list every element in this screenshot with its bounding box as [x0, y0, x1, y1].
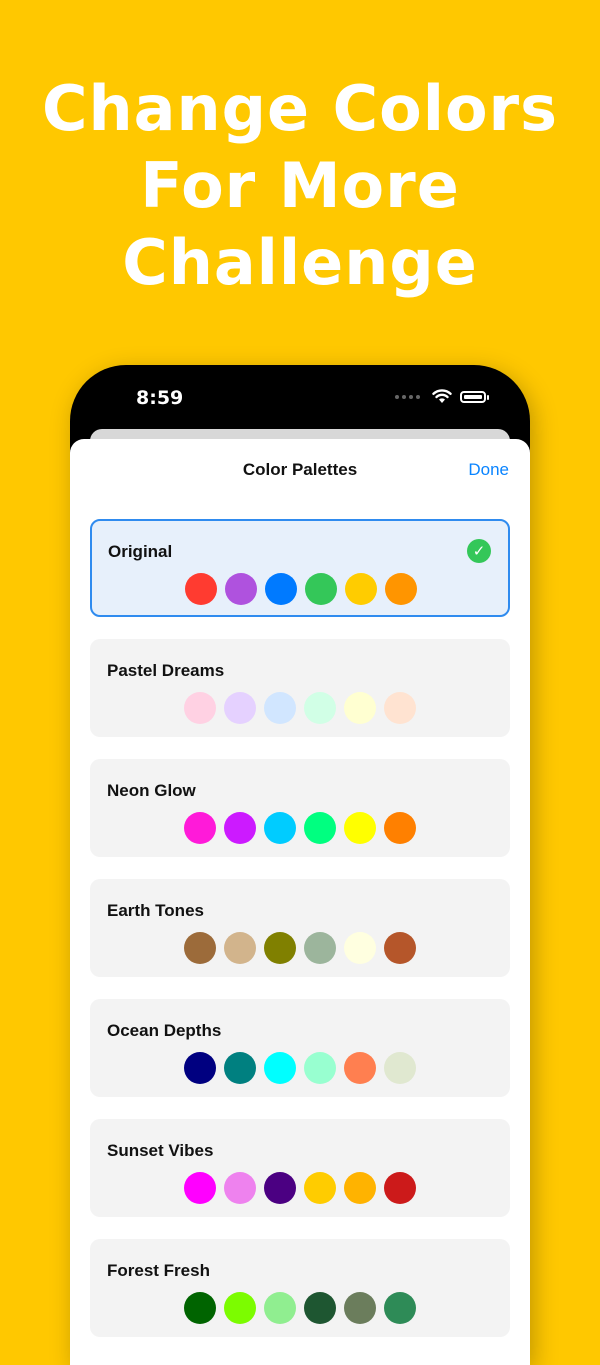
palette-swatches — [184, 1052, 416, 1084]
done-button[interactable]: Done — [468, 460, 509, 480]
color-swatch — [344, 1292, 376, 1324]
color-swatch — [304, 812, 336, 844]
palette-swatches — [184, 1292, 416, 1324]
color-swatch — [224, 1292, 256, 1324]
color-swatch — [264, 692, 296, 724]
color-swatch — [384, 692, 416, 724]
color-swatch — [264, 1052, 296, 1084]
palette-card-forest-fresh[interactable]: Forest Fresh — [90, 1239, 510, 1337]
color-swatch — [225, 573, 257, 605]
status-time: 8:59 — [136, 387, 184, 409]
color-swatch — [184, 812, 216, 844]
palette-swatches — [184, 692, 416, 724]
palette-name: Ocean Depths — [107, 1021, 222, 1040]
color-swatch — [304, 1172, 336, 1204]
palette-card-neon-glow[interactable]: Neon Glow — [90, 759, 510, 857]
sheet-title: Color Palettes — [242, 460, 358, 479]
phone-frame: 8:59 Color Palettes Done Original ✓ Pastel… — [70, 365, 530, 1365]
palette-card-ocean-depths[interactable]: Ocean Depths — [90, 999, 510, 1097]
color-swatch — [384, 812, 416, 844]
headline-line-2: For More — [140, 149, 460, 222]
color-swatch — [305, 573, 337, 605]
color-swatch — [264, 1172, 296, 1204]
palette-name: Forest Fresh — [107, 1261, 210, 1280]
palette-card-earth-tones[interactable]: Earth Tones — [90, 879, 510, 977]
palette-swatches — [184, 812, 416, 844]
color-swatch — [224, 1172, 256, 1204]
color-swatch — [264, 1292, 296, 1324]
palette-name: Earth Tones — [107, 901, 204, 920]
color-swatch — [345, 573, 377, 605]
color-swatch — [344, 932, 376, 964]
color-swatch — [265, 573, 297, 605]
battery-icon — [460, 390, 489, 403]
color-swatch — [344, 1052, 376, 1084]
color-swatch — [384, 1292, 416, 1324]
palette-name: Sunset Vibes — [107, 1141, 214, 1160]
color-swatch — [264, 812, 296, 844]
color-swatch — [385, 573, 417, 605]
palette-swatches — [184, 1172, 416, 1204]
color-swatch — [304, 1052, 336, 1084]
palette-name: Pastel Dreams — [107, 661, 225, 680]
color-swatch — [344, 692, 376, 724]
color-swatch — [344, 1172, 376, 1204]
palette-name: Original — [108, 542, 173, 561]
palette-swatches — [184, 932, 416, 964]
color-swatch — [344, 812, 376, 844]
palette-card-pastel-dreams[interactable]: Pastel Dreams — [90, 639, 510, 737]
color-swatch — [384, 1052, 416, 1084]
color-swatch — [185, 573, 217, 605]
color-swatch — [304, 1292, 336, 1324]
color-palettes-sheet: Color Palettes Done Original ✓ Pastel Drea… — [70, 439, 530, 1365]
headline-line-1: Change Colors — [41, 72, 559, 145]
status-bar: 8:59 — [70, 365, 530, 435]
headline: Change Colors For More Challenge — [0, 70, 600, 301]
color-swatch — [184, 932, 216, 964]
palette-swatches — [185, 573, 417, 605]
palette-card-original[interactable]: Original ✓ — [90, 519, 510, 617]
color-swatch — [384, 932, 416, 964]
color-swatch — [224, 1052, 256, 1084]
color-swatch — [184, 1172, 216, 1204]
wifi-icon — [432, 389, 452, 403]
color-swatch — [184, 1052, 216, 1084]
color-swatch — [224, 932, 256, 964]
selected-checkmark-icon: ✓ — [467, 539, 491, 563]
headline-line-3: Challenge — [122, 226, 478, 299]
color-swatch — [304, 932, 336, 964]
color-swatch — [224, 812, 256, 844]
palette-name: Neon Glow — [107, 781, 196, 800]
color-swatch — [264, 932, 296, 964]
color-swatch — [384, 1172, 416, 1204]
color-swatch — [304, 692, 336, 724]
signal-dots-icon — [395, 394, 420, 399]
palette-card-sunset-vibes[interactable]: Sunset Vibes — [90, 1119, 510, 1217]
color-swatch — [184, 1292, 216, 1324]
color-swatch — [184, 692, 216, 724]
color-swatch — [224, 692, 256, 724]
status-icons — [395, 389, 489, 404]
